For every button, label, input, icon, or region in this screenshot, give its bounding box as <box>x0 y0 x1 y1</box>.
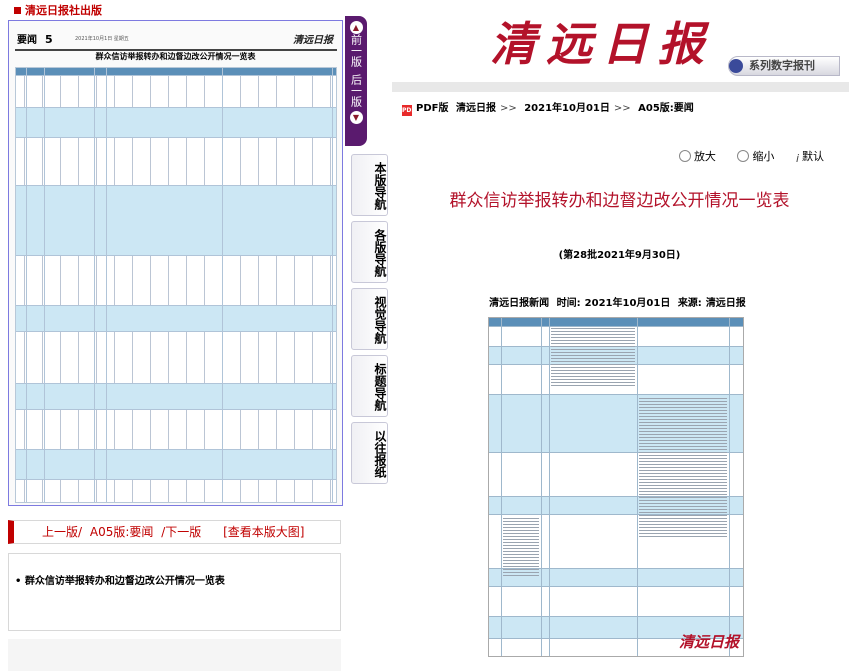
text-block <box>639 398 727 538</box>
zoom-out-button[interactable]: 缩小 <box>737 148 774 164</box>
text-block <box>503 518 539 578</box>
paper-logo: 清远日报 <box>293 35 333 46</box>
nav-tabs: 本版导航 各版导航 视觉导航 标题导航 以往报纸 <box>351 154 391 489</box>
view-large-link[interactable]: [查看本版大图] <box>223 525 304 539</box>
zoom-out-icon <box>737 150 750 162</box>
table-row <box>16 383 336 409</box>
tab-all-pages-nav[interactable]: 各版导航 <box>351 221 388 283</box>
paper-header: 要闻 5 2021年10月1日 星期五 清远日报 <box>15 29 337 51</box>
pdf-link[interactable]: PDF版 <box>416 103 448 114</box>
publisher-label: 清远日报社出版 <box>14 2 102 18</box>
image-logo: 清远日报 <box>678 633 739 651</box>
pdf-icon: PDF <box>402 105 416 116</box>
table-row <box>16 185 336 255</box>
article-image[interactable]: 清远日报 <box>488 317 744 657</box>
table-row <box>489 586 743 616</box>
zoom-in-icon <box>678 150 691 162</box>
article-title: 群众信访举报转办和边督边改公开情况一览表 <box>449 191 790 211</box>
arrow-up-icon: ▲ <box>349 21 363 34</box>
paper-link[interactable]: 清远日报 <box>456 103 496 114</box>
tab-page-nav[interactable]: 本版导航 <box>351 154 388 216</box>
prev-page-link[interactable]: 上一版/ <box>42 525 82 539</box>
table-col <box>332 68 333 502</box>
swoosh-icon <box>729 59 743 73</box>
text-block <box>551 328 635 388</box>
zoom-tools: 放大 缩小 i 默认 <box>661 148 824 165</box>
prev-page-button[interactable]: ▲ 前一版 <box>345 16 367 70</box>
zoom-in-button[interactable]: 放大 <box>678 148 716 164</box>
page-switch: ▲ 前一版 后一版 ▼ <box>345 16 367 146</box>
info-icon: i <box>795 152 799 165</box>
table-row <box>16 255 336 305</box>
paper-date: 2021年10月1日 星期五 <box>75 36 129 42</box>
table-row <box>16 331 336 383</box>
table-col <box>94 68 95 502</box>
article-list: • 群众信访举报转办和边督边改公开情况一览表 <box>8 553 341 631</box>
table-row <box>16 449 336 479</box>
newspaper-page-preview[interactable]: 要闻 5 2021年10月1日 星期五 清远日报 群众信访举报转办和边督边改公开情… <box>8 20 343 506</box>
prev-next-bar: 上一版/ A05版:要闻 /下一版 [查看本版大图] <box>8 520 341 544</box>
table-col <box>549 318 550 656</box>
article-content: 放大 缩小 i 默认 群众信访举报转办和边督边改公开情况一览表 (第28批2021… <box>395 138 844 671</box>
table-col <box>222 68 223 502</box>
paper-section: 要闻 5 <box>17 33 53 46</box>
masthead-logo: 清远日报 <box>490 17 714 71</box>
paper-table-header <box>16 68 336 75</box>
table-col <box>44 68 45 502</box>
table-col <box>729 318 730 656</box>
list-item[interactable]: • 群众信访举报转办和边督边改公开情况一览表 <box>15 572 225 587</box>
table-row <box>16 107 336 137</box>
tab-past-papers[interactable]: 以往报纸 <box>351 422 388 484</box>
breadcrumb: PDFPDF版 清远日报 >> 2021年10月01日 >> A05版:要闻 <box>402 103 694 116</box>
article-meta: 清远日报新闻 时间: 2021年10月01日 来源: 清远日报 <box>489 298 746 309</box>
divider <box>392 82 849 92</box>
arrow-down-icon: ▼ <box>349 111 363 124</box>
default-size-button[interactable]: i 默认 <box>795 148 824 165</box>
table-col <box>541 318 542 656</box>
table-col <box>26 68 27 502</box>
table-col <box>501 318 502 656</box>
paper-table <box>15 67 337 503</box>
table-col <box>637 318 638 656</box>
series-badge[interactable]: 系列数字报刊 <box>728 56 840 76</box>
table-row <box>16 409 336 449</box>
paper-headline: 群众信访举报转办和边督边改公开情况一览表 <box>95 51 256 61</box>
next-page-link[interactable]: /下一版 <box>161 525 201 539</box>
table-row <box>16 75 336 107</box>
image-table-header <box>489 318 743 326</box>
current-page-label: A05版:要闻 <box>89 525 154 539</box>
left-footer-strip <box>8 639 341 671</box>
next-page-button[interactable]: 后一版 ▼ <box>345 70 367 124</box>
table-row <box>16 305 336 331</box>
table-row <box>16 137 336 185</box>
tab-title-nav[interactable]: 标题导航 <box>351 355 388 417</box>
article-subtitle: (第28批2021年9月30日) <box>558 250 681 261</box>
table-row <box>16 479 336 504</box>
square-icon <box>14 7 21 14</box>
table-col <box>106 68 107 502</box>
date-link[interactable]: 2021年10月01日 <box>524 103 610 114</box>
tab-visual-nav[interactable]: 视觉导航 <box>351 288 388 350</box>
section-link[interactable]: A05版:要闻 <box>638 103 694 114</box>
